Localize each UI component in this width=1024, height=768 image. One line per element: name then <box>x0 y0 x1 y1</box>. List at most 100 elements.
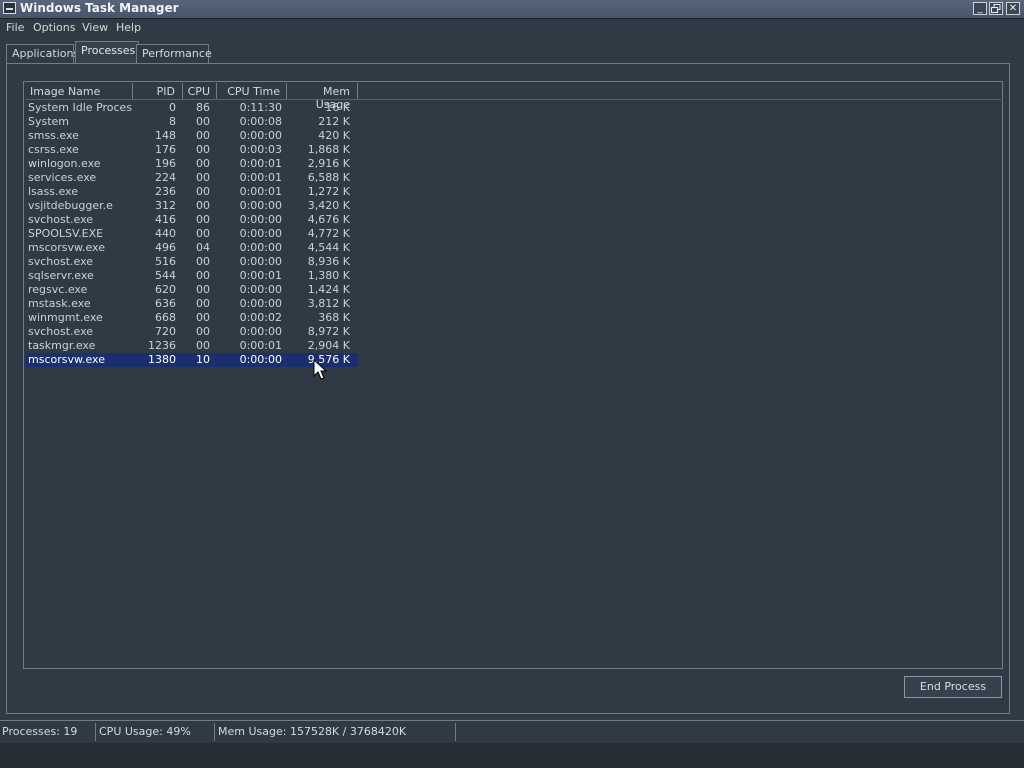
process-row[interactable]: regsvc.exe 620 00 0:00:00 1,424 K <box>26 283 358 297</box>
process-cpu: 00 <box>196 157 210 170</box>
process-row[interactable]: csrss.exe 176 00 0:00:03 1,868 K <box>26 143 358 157</box>
process-row[interactable]: winlogon.exe 196 00 0:00:01 2,916 K <box>26 157 358 171</box>
process-name: csrss.exe <box>28 143 79 156</box>
status-filler <box>457 723 1024 741</box>
process-list[interactable]: Image Name PID CPU CPU Time Mem Usage Sy… <box>23 81 1003 669</box>
status-mem-usage: Mem Usage: 157528K / 3768420K <box>216 723 456 741</box>
process-name: System <box>28 115 70 128</box>
restore-icon[interactable] <box>989 2 1003 15</box>
menu-options[interactable]: Options <box>33 21 75 34</box>
process-cpu: 00 <box>196 185 210 198</box>
process-row[interactable]: vsjitdebugger.e 312 00 0:00:00 3,420 K <box>26 199 358 213</box>
process-name: svchost.exe <box>28 325 94 338</box>
tab-performance[interactable]: Performance <box>136 44 212 63</box>
process-pid: 148 <box>155 129 176 142</box>
process-name: SPOOLSV.EXE <box>28 227 104 240</box>
status-processes: Processes: 19 <box>0 723 96 741</box>
process-mem-usage: 2,916 K <box>307 157 350 170</box>
process-name: lsass.exe <box>28 185 78 198</box>
process-mem-usage: 8,936 K <box>307 255 350 268</box>
process-cpu-time: 0:00:00 <box>239 199 282 212</box>
process-cpu: 00 <box>196 129 210 142</box>
process-row[interactable]: SPOOLSV.EXE 440 00 0:00:00 4,772 K <box>26 227 358 241</box>
process-mem-usage: 212 K <box>318 115 350 128</box>
process-row[interactable]: svchost.exe 516 00 0:00:00 8,936 K <box>26 255 358 269</box>
process-mem-usage: 1,424 K <box>307 283 350 296</box>
process-mem-usage: 1,272 K <box>307 185 350 198</box>
process-pid: 1380 <box>148 353 176 366</box>
column-filler <box>358 83 1001 99</box>
process-cpu: 00 <box>196 227 210 240</box>
process-pid: 720 <box>155 325 176 338</box>
bottom-strip <box>0 743 1024 768</box>
process-row[interactable]: sqlservr.exe 544 00 0:00:01 1,380 K <box>26 269 358 283</box>
process-row[interactable]: System 8 00 0:00:08 212 K <box>26 115 358 129</box>
process-cpu-time: 0:00:08 <box>239 115 282 128</box>
process-cpu: 00 <box>196 171 210 184</box>
process-row[interactable]: mstask.exe 636 00 0:00:00 3,812 K <box>26 297 358 311</box>
process-cpu-time: 0:00:00 <box>239 227 282 240</box>
process-row[interactable]: services.exe 224 00 0:00:01 6,588 K <box>26 171 358 185</box>
process-pid: 544 <box>155 269 176 282</box>
status-cpu-usage: CPU Usage: 49% <box>97 723 215 741</box>
process-cpu: 00 <box>196 143 210 156</box>
process-name: sqlservr.exe <box>28 269 94 282</box>
column-cpu-time[interactable]: CPU Time <box>217 83 287 99</box>
process-name: winmgmt.exe <box>28 311 103 324</box>
process-row[interactable]: taskmgr.exe 1236 00 0:00:01 2,904 K <box>26 339 358 353</box>
process-cpu: 00 <box>196 311 210 324</box>
process-cpu: 04 <box>196 241 210 254</box>
process-row[interactable]: winmgmt.exe 668 00 0:00:02 368 K <box>26 311 358 325</box>
tab-applications[interactable]: Applications <box>6 44 79 63</box>
process-row[interactable]: svchost.exe 416 00 0:00:00 4,676 K <box>26 213 358 227</box>
process-cpu-time: 0:11:30 <box>239 101 282 114</box>
tab-processes[interactable]: Processes <box>75 41 139 63</box>
process-name: smss.exe <box>28 129 79 142</box>
process-pid: 312 <box>155 199 176 212</box>
process-name: mscorsvw.exe <box>28 353 105 366</box>
title-bar[interactable]: Windows Task Manager _ ✕ <box>0 0 1024 19</box>
process-pid: 636 <box>155 297 176 310</box>
process-row[interactable]: smss.exe 148 00 0:00:00 420 K <box>26 129 358 143</box>
process-pid: 516 <box>155 255 176 268</box>
process-row[interactable]: svchost.exe 720 00 0:00:00 8,972 K <box>26 325 358 339</box>
process-pid: 1236 <box>148 339 176 352</box>
process-name: mscorsvw.exe <box>28 241 105 254</box>
menu-file[interactable]: File <box>6 21 24 34</box>
column-mem-usage[interactable]: Mem Usage <box>287 83 358 111</box>
column-image-name[interactable]: Image Name <box>25 83 133 99</box>
process-cpu: 86 <box>196 101 210 114</box>
close-icon[interactable]: ✕ <box>1006 2 1020 15</box>
process-cpu: 00 <box>196 339 210 352</box>
process-mem-usage: 2,904 K <box>307 339 350 352</box>
process-pid: 0 <box>169 101 176 114</box>
minimize-icon[interactable]: _ <box>973 2 987 15</box>
column-pid[interactable]: PID <box>133 83 183 99</box>
process-row[interactable]: mscorsvw.exe 496 04 0:00:00 4,544 K <box>26 241 358 255</box>
menu-view[interactable]: View <box>82 21 108 34</box>
process-mem-usage: 420 K <box>318 129 350 142</box>
process-row[interactable]: mscorsvw.exe 1380 10 0:00:00 9,576 K <box>26 353 358 367</box>
process-cpu-time: 0:00:01 <box>239 269 282 282</box>
process-name: services.exe <box>28 171 97 184</box>
process-pid: 176 <box>155 143 176 156</box>
process-mem-usage: 4,544 K <box>307 241 350 254</box>
process-name: vsjitdebugger.e <box>28 199 113 212</box>
process-mem-usage: 6,588 K <box>307 171 350 184</box>
process-name: taskmgr.exe <box>28 339 96 352</box>
column-cpu[interactable]: CPU <box>183 83 217 99</box>
process-name: winlogon.exe <box>28 157 101 170</box>
process-cpu: 00 <box>196 325 210 338</box>
process-name: mstask.exe <box>28 297 91 310</box>
process-row[interactable]: System Idle Process 0 86 0:11:30 16 K <box>26 101 358 115</box>
process-pid: 440 <box>155 227 176 240</box>
menu-help[interactable]: Help <box>116 21 141 34</box>
process-pid: 196 <box>155 157 176 170</box>
process-cpu: 10 <box>196 353 210 366</box>
process-cpu: 00 <box>196 269 210 282</box>
process-cpu-time: 0:00:00 <box>239 129 282 142</box>
end-process-button[interactable]: End Process <box>904 676 1002 698</box>
process-pid: 496 <box>155 241 176 254</box>
process-cpu: 00 <box>196 199 210 212</box>
process-row[interactable]: lsass.exe 236 00 0:00:01 1,272 K <box>26 185 358 199</box>
